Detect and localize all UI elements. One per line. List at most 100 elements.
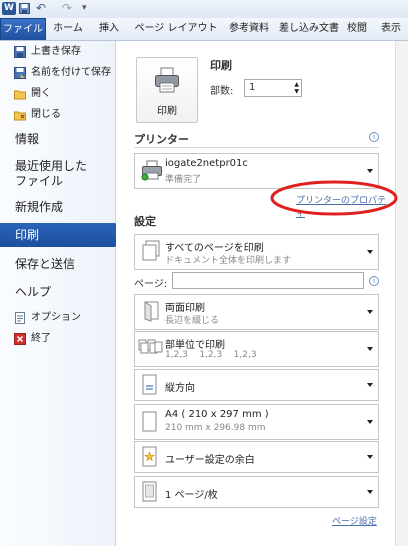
tab-review[interactable]: 校閲 bbox=[342, 18, 372, 40]
pages-per-sheet-icon bbox=[142, 481, 157, 502]
tab-mailings[interactable]: 差し込み文書 bbox=[274, 18, 344, 40]
chevron-down-icon bbox=[367, 455, 373, 459]
portrait-icon bbox=[142, 374, 157, 395]
nav-save[interactable]: 上書き保存 bbox=[0, 42, 115, 62]
print-heading: 印刷 bbox=[210, 59, 232, 72]
margins-title: ユーザー設定の余白 bbox=[165, 455, 255, 466]
collate-subtitle: 1,2,3 1,2,3 1,2,3 bbox=[165, 350, 257, 360]
nav-open-label: 開く bbox=[31, 88, 51, 99]
paper-size-dropdown[interactable]: A4 ( 210 x 297 mm ) 210 mm x 296.98 mm bbox=[134, 404, 379, 440]
nav-info-label: 情報 bbox=[15, 132, 40, 146]
paper-size-subtitle: 210 mm x 296.98 mm bbox=[165, 423, 266, 433]
nav-print[interactable]: 印刷 bbox=[0, 223, 125, 247]
copies-spin-arrows[interactable]: ▲ ▼ bbox=[294, 81, 299, 95]
close-folder-icon bbox=[14, 109, 26, 121]
save-icon[interactable] bbox=[19, 2, 30, 15]
nav-new[interactable]: 新規作成 bbox=[0, 196, 115, 218]
print-button-label: 印刷 bbox=[157, 106, 177, 117]
nav-recent[interactable]: 最近使用した ファイル bbox=[0, 157, 115, 193]
nav-recent-label: 最近使用した ファイル bbox=[15, 159, 88, 188]
duplex-icon bbox=[144, 301, 159, 322]
tab-home[interactable]: ホーム bbox=[46, 18, 90, 40]
settings-heading: 設定 bbox=[134, 215, 156, 228]
copies-value: 1 bbox=[249, 82, 256, 93]
orientation-title: 縦方向 bbox=[165, 383, 195, 394]
nav-save-and-send-label: 保存と送信 bbox=[15, 257, 76, 271]
printer-heading: プリンター bbox=[134, 133, 189, 146]
tab-view[interactable]: 表示 bbox=[374, 18, 408, 40]
print-button[interactable]: 印刷 bbox=[136, 57, 198, 123]
chevron-down-icon bbox=[367, 169, 373, 173]
chevron-down-icon bbox=[367, 490, 373, 494]
undo-icon[interactable]: ↶ bbox=[36, 2, 50, 15]
paper-size-icon bbox=[142, 411, 157, 432]
orientation-dropdown[interactable]: 縦方向 bbox=[134, 369, 379, 401]
duplex-subtitle: 長辺を綴じる bbox=[165, 316, 220, 326]
print-panel: 印刷 印刷 部数: 1 ▲ ▼ プリンター i iogate2netpr01c 準… bbox=[116, 41, 391, 546]
nav-close-label: 閉じる bbox=[31, 109, 61, 120]
nav-info[interactable]: 情報 bbox=[0, 128, 115, 150]
page-setup-link[interactable]: ページ設定 bbox=[332, 514, 377, 527]
tab-insert[interactable]: 挿入 bbox=[92, 18, 126, 40]
collate-dropdown[interactable]: 部単位で印刷 1,2,3 1,2,3 1,2,3 bbox=[134, 331, 379, 367]
tab-references[interactable]: 参考資料 bbox=[224, 18, 274, 40]
chevron-down-icon bbox=[367, 420, 373, 424]
tab-file[interactable]: ファイル bbox=[0, 18, 46, 40]
printer-dropdown[interactable]: iogate2netpr01c 準備完了 bbox=[134, 153, 379, 189]
options-icon bbox=[14, 312, 26, 324]
duplex-title: 両面印刷 bbox=[165, 303, 205, 314]
printer-info-icon[interactable]: i bbox=[369, 132, 379, 142]
printer-icon bbox=[155, 67, 179, 93]
quick-access-toolbar: W ↶ ↷ ▾ bbox=[0, 0, 408, 18]
printer-properties-link[interactable]: プリンターのプロパティ bbox=[296, 193, 391, 219]
nav-save-as-label: 名前を付けて保存 bbox=[31, 67, 111, 78]
nav-save-and-send[interactable]: 保存と送信 bbox=[0, 253, 115, 275]
chevron-down-icon bbox=[367, 250, 373, 254]
nav-exit-label: 終了 bbox=[31, 333, 51, 344]
nav-options-label: オプション bbox=[31, 312, 81, 323]
chevron-down-icon bbox=[367, 347, 373, 351]
all-pages-icon bbox=[142, 240, 160, 261]
print-range-title: すべてのページを印刷 bbox=[165, 243, 264, 254]
pages-input[interactable] bbox=[172, 272, 364, 289]
ribbon-tab-bar: ファイル ホーム 挿入 ページ レイアウト 参考資料 差し込み文書 校閲 表示 bbox=[0, 18, 408, 41]
paper-size-title: A4 ( 210 x 297 mm ) bbox=[165, 409, 269, 420]
tab-page-layout[interactable]: ページ レイアウト bbox=[130, 18, 222, 40]
save-as-icon bbox=[14, 67, 26, 79]
nav-options[interactable]: オプション bbox=[0, 308, 115, 328]
vertical-scrollbar[interactable] bbox=[395, 41, 408, 546]
exit-icon bbox=[14, 333, 26, 345]
copies-label: 部数: bbox=[210, 86, 234, 97]
copies-spinner[interactable]: 1 ▲ ▼ bbox=[244, 79, 302, 97]
divider bbox=[134, 147, 379, 148]
pages-label: ページ: bbox=[134, 279, 168, 290]
chevron-down-icon bbox=[367, 310, 373, 314]
nav-close[interactable]: 閉じる bbox=[0, 105, 115, 125]
printer-status: 準備完了 bbox=[165, 175, 202, 185]
pages-info-icon[interactable]: i bbox=[369, 276, 379, 286]
chevron-down-icon bbox=[367, 383, 373, 387]
customize-quick-access-icon[interactable]: ▾ bbox=[82, 2, 102, 15]
margins-icon bbox=[142, 446, 157, 467]
margins-dropdown[interactable]: ユーザー設定の余白 bbox=[134, 441, 379, 473]
save-icon bbox=[14, 46, 26, 58]
open-folder-icon bbox=[14, 88, 26, 100]
word-app-icon[interactable]: W bbox=[2, 2, 16, 15]
print-range-dropdown[interactable]: すべてのページを印刷 ドキュメント全体を印刷します bbox=[134, 234, 379, 270]
printer-name: iogate2netpr01c bbox=[165, 158, 248, 169]
duplex-dropdown[interactable]: 両面印刷 長辺を綴じる bbox=[134, 294, 379, 330]
printer-device-icon bbox=[141, 160, 162, 181]
collate-icon bbox=[138, 339, 163, 354]
nav-new-label: 新規作成 bbox=[15, 200, 64, 214]
nav-save-as[interactable]: 名前を付けて保存 bbox=[0, 63, 115, 83]
redo-icon[interactable]: ↷ bbox=[62, 2, 74, 15]
nav-exit[interactable]: 終了 bbox=[0, 329, 115, 349]
backstage-nav: 上書き保存 名前を付けて保存 開く 閉じる 情報 最近使用した ファイル 新規作… bbox=[0, 41, 125, 546]
nav-save-label: 上書き保存 bbox=[31, 46, 81, 57]
nav-help-label: ヘルプ bbox=[15, 285, 52, 299]
collate-title: 部単位で印刷 bbox=[165, 340, 225, 351]
nav-open[interactable]: 開く bbox=[0, 84, 115, 104]
nav-help[interactable]: ヘルプ bbox=[0, 281, 115, 303]
pages-per-sheet-dropdown[interactable]: 1 ページ/枚 bbox=[134, 476, 379, 508]
print-range-subtitle: ドキュメント全体を印刷します bbox=[165, 256, 292, 266]
